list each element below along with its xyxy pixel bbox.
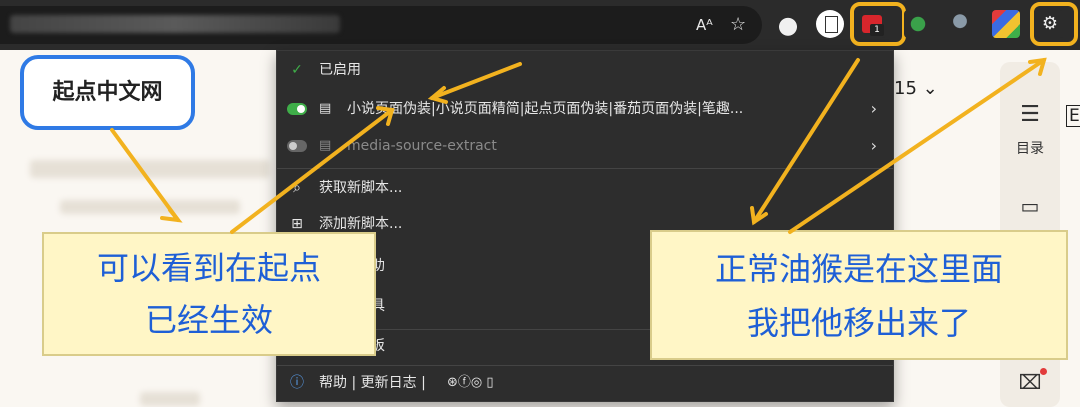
checkmark-icon: ✓ [291,62,303,78]
date-selector[interactable]: 15 ⌄ [894,78,938,99]
blurred-text [60,200,240,214]
get-new-label: 获取新脚本... [319,180,403,196]
note-right: 正常油猴是在这里面 我把他移出来了 [650,230,1068,360]
site-label: 起点中文网 [20,55,195,130]
toggle-off-icon[interactable] [287,140,307,152]
person-extension-icon[interactable] [946,10,974,38]
browser-toolbar: Aᴬ ☆ 1 ⚙ [0,0,1080,50]
toc-icon[interactable]: ☰ [1000,102,1060,127]
social-icons[interactable]: ⊛ⓕ◎ ▯ [447,366,494,400]
note-left: 可以看到在起点 已经生效 [42,232,376,356]
menu-script-item[interactable]: ▤ media-source-extract › [277,129,893,163]
note-left-line1: 可以看到在起点 [96,249,321,287]
toggle-on-icon[interactable] [287,103,307,115]
chevron-right-icon: › [870,99,877,118]
menu-divider [277,168,893,169]
menu-script-item[interactable]: ▤ 小说页面伪装|小说页面精简|起点页面伪装|番茄页面伪装|笔趣... › [277,92,893,126]
color-extension-icon[interactable] [992,10,1020,38]
menu-get-new-scripts[interactable]: ⌕ 获取新脚本... [277,171,893,205]
blurred-url [10,15,340,33]
favorite-star-icon[interactable]: ☆ [730,14,746,35]
read-aloud-icon[interactable]: Aᴬ [696,16,713,34]
highlight-box-extensions [1030,2,1078,46]
edge-letter: E [1066,105,1080,127]
script-name: media-source-extract [347,138,497,154]
menu-enabled-status[interactable]: ✓ 已启用 [277,53,893,87]
globe-extension-icon[interactable] [904,10,932,38]
footer-links[interactable]: 帮助 | 更新日志 | [319,366,426,400]
notification-dot [1040,368,1047,375]
chevron-right-icon: › [870,136,877,155]
menu-footer: ⓘ 帮助 | 更新日志 | ⊛ⓕ◎ ▯ [277,366,893,400]
enabled-label: 已启用 [319,62,361,78]
comment-icon[interactable]: ⌧ [1000,370,1060,394]
highlight-box-extension [850,2,906,46]
note-right-line2: 我把他移出来了 [746,304,971,342]
blurred-text [140,392,200,406]
document-extension-icon[interactable] [816,10,844,38]
script-name: 小说页面伪装|小说页面精简|起点页面伪装|番茄页面伪装|笔趣... [347,101,744,117]
address-bar[interactable]: Aᴬ ☆ [0,6,762,44]
extension-icon-1[interactable] [774,10,802,38]
script-icon: ▤ [319,138,332,153]
note-right-line1: 正常油猴是在这里面 [714,250,1003,288]
blurred-breadcrumb [30,160,270,178]
toc-label[interactable]: 目录 [1000,138,1060,158]
book-icon[interactable]: ▭ [1000,194,1060,218]
note-left-line2: 已经生效 [144,301,273,339]
page-icon [825,16,838,33]
search-icon: ⌕ [293,180,301,196]
info-icon: ⓘ [290,375,304,391]
script-icon: ▤ [319,101,332,116]
